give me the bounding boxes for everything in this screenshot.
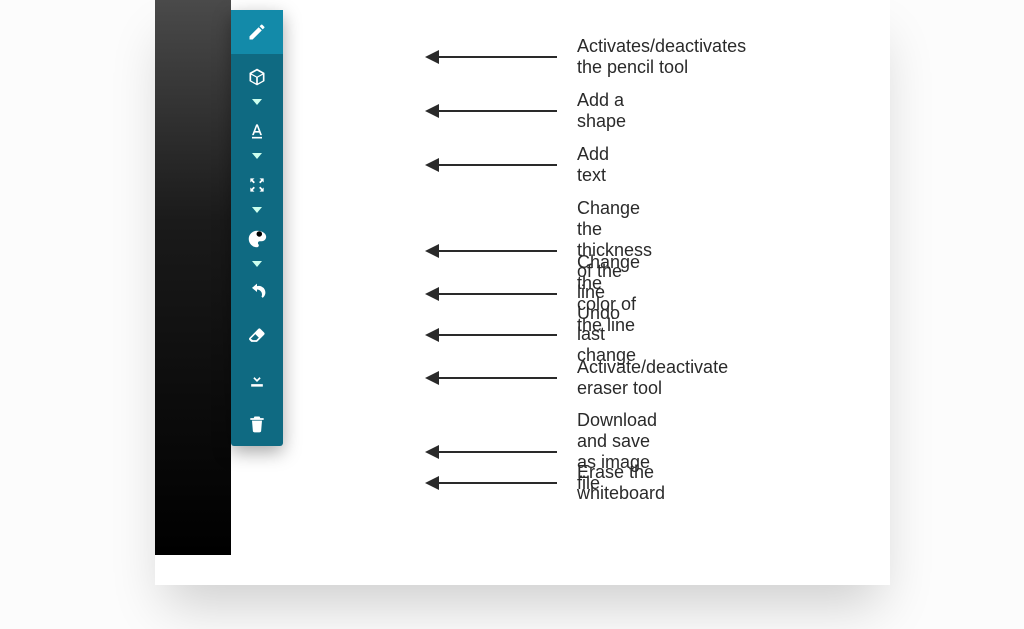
- chevron-down-icon: [252, 207, 262, 213]
- trash-icon: [247, 414, 267, 434]
- arrow-icon: [425, 473, 557, 493]
- eraser-icon: [247, 326, 267, 346]
- eraser-tool-button[interactable]: [231, 314, 283, 358]
- arrow-icon: [425, 368, 557, 388]
- annotation-row: Activate/deactivate eraser tool: [425, 357, 728, 399]
- expand-icon: [247, 175, 267, 195]
- download-button[interactable]: [231, 358, 283, 402]
- whiteboard-toolbar: [231, 10, 283, 446]
- undo-button[interactable]: [231, 270, 283, 314]
- arrow-icon: [425, 101, 557, 121]
- chevron-down-icon: [252, 99, 262, 105]
- chevron-down-icon: [252, 153, 262, 159]
- annotation-text: Add text: [577, 144, 609, 186]
- download-icon: [247, 370, 267, 390]
- text-icon: [247, 121, 267, 141]
- pencil-icon: [247, 22, 267, 42]
- annotation-row: Activates/deactivates the pencil tool: [425, 36, 746, 78]
- pencil-tool-button[interactable]: [231, 10, 283, 54]
- annotation-row: Add a shape: [425, 90, 626, 132]
- app-background-strip: [155, 0, 231, 555]
- thickness-tool-button[interactable]: [231, 162, 283, 216]
- chevron-down-icon: [252, 261, 262, 267]
- palette-icon: [246, 228, 268, 250]
- shape-tool-button[interactable]: [231, 54, 283, 108]
- annotation-text: Activates/deactivates the pencil tool: [577, 36, 746, 78]
- documentation-card: Activates/deactivates the pencil tool Add…: [155, 0, 890, 585]
- arrow-icon: [425, 284, 557, 304]
- annotation-text: Erase the whiteboard: [577, 462, 665, 504]
- undo-icon: [247, 282, 267, 302]
- arrow-icon: [425, 155, 557, 175]
- annotation-text: Add a shape: [577, 90, 626, 132]
- clear-button[interactable]: [231, 402, 283, 446]
- annotation-row: Erase the whiteboard: [425, 462, 665, 504]
- text-tool-button[interactable]: [231, 108, 283, 162]
- annotation-text: Activate/deactivate eraser tool: [577, 357, 728, 399]
- color-tool-button[interactable]: [231, 216, 283, 270]
- arrow-icon: [425, 47, 557, 67]
- annotation-row: Add text: [425, 144, 609, 186]
- cube-icon: [247, 67, 267, 87]
- arrow-icon: [425, 442, 557, 462]
- arrow-icon: [425, 325, 557, 345]
